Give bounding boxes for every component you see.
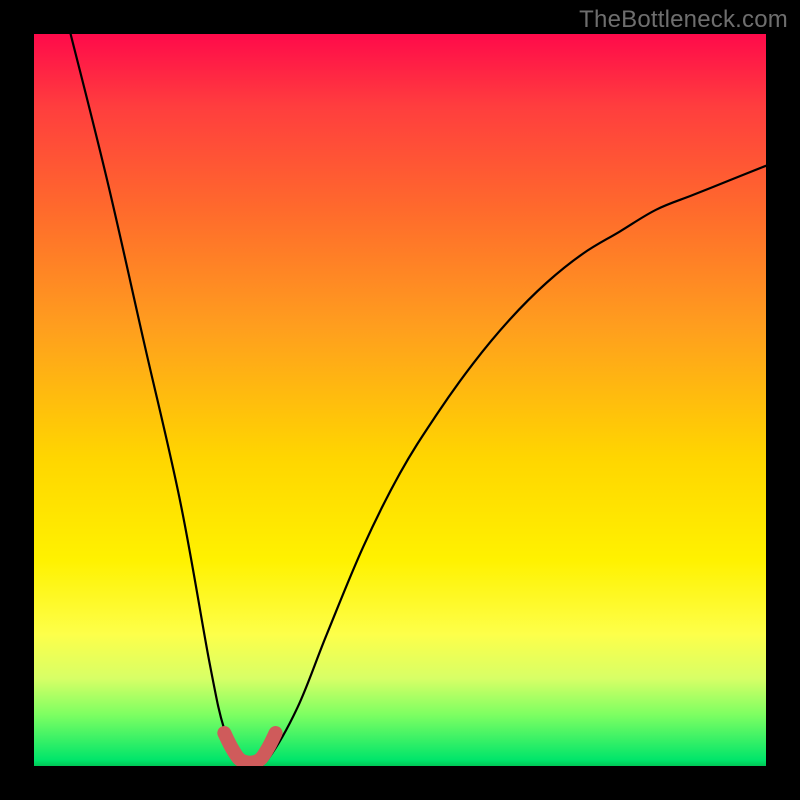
curve-layer <box>34 34 766 766</box>
optimal-highlight <box>224 733 275 763</box>
watermark-label: TheBottleneck.com <box>579 6 788 34</box>
plot-area <box>34 34 766 766</box>
bottleneck-curve <box>71 34 766 766</box>
chart-frame: TheBottleneck.com <box>0 0 800 800</box>
